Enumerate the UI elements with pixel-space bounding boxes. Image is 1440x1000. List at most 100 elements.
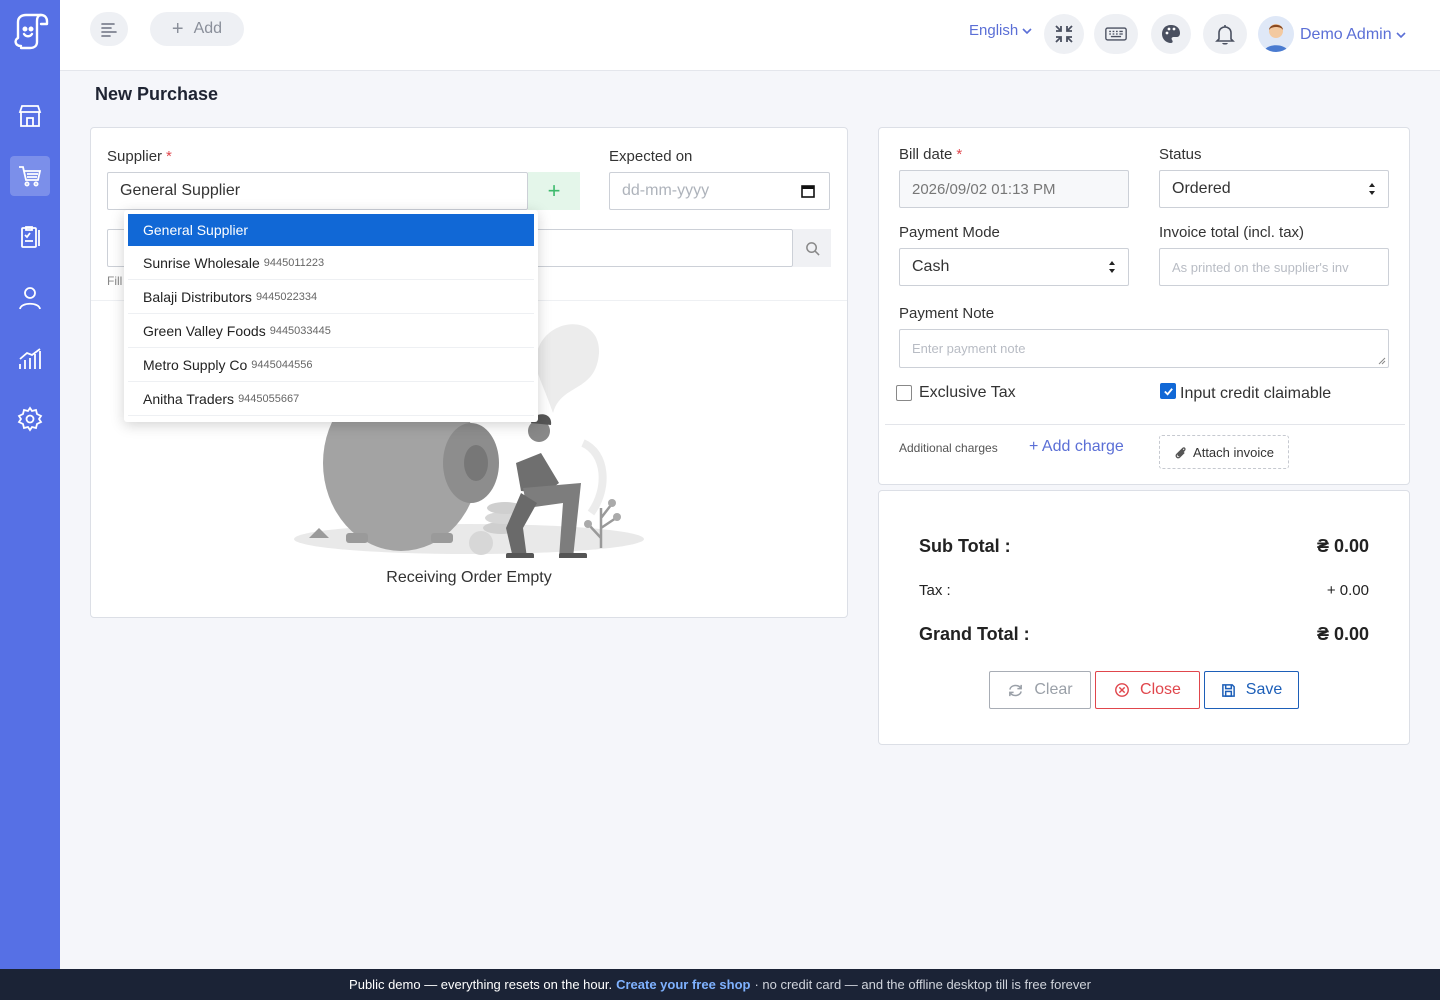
save-button[interactable]: Save: [1204, 671, 1299, 709]
menu-toggle-button[interactable]: [90, 12, 128, 46]
bill-details-card: Bill date * 2026/09/02 01:13 PM Status Or…: [878, 127, 1410, 485]
supplier-name: Balaji Distributors: [143, 288, 252, 305]
theme-button[interactable]: [1151, 14, 1191, 54]
resize-handle-icon[interactable]: [1378, 357, 1386, 365]
add-charge-button[interactable]: + Add charge: [1029, 438, 1124, 456]
banner-tail: · no credit card — and the offline deskt…: [754, 977, 1091, 992]
expected-on-label: Expected on: [609, 148, 693, 165]
page-title: New Purchase: [95, 84, 219, 104]
select-arrows-icon: [1109, 261, 1115, 273]
chevron-down-icon: [1022, 27, 1032, 34]
chart-icon: [19, 348, 41, 369]
fullscreen-button[interactable]: [1044, 14, 1084, 54]
exclusive-tax-label: Exclusive Tax: [919, 384, 1016, 401]
fullscreen-icon: [1055, 25, 1073, 43]
keyboard-icon: [1105, 27, 1127, 41]
dropdown-item[interactable]: General Supplier: [128, 214, 534, 246]
hint-text: Fill: [107, 274, 123, 288]
keyboard-button[interactable]: [1094, 14, 1138, 54]
user-name: Demo Admin: [1300, 26, 1392, 43]
expected-on-date-input[interactable]: dd-mm-yyyy: [609, 172, 830, 210]
language-select[interactable]: English: [969, 22, 1032, 39]
dropdown-item[interactable]: Balaji Distributors 9445022334: [128, 280, 534, 314]
supplier-input[interactable]: General Supplier: [107, 172, 528, 210]
payment-note-placeholder: Enter payment note: [912, 341, 1026, 356]
dropdown-item[interactable]: Sunrise Wholesale 9445011223: [128, 246, 534, 280]
save-label: Save: [1245, 681, 1283, 698]
save-icon: [1221, 683, 1235, 697]
grand-total-row: Grand Total : ₴ 0.00: [919, 624, 1369, 645]
select-arrows-icon: [1369, 183, 1375, 195]
attach-invoice-button[interactable]: Attach invoice: [1159, 435, 1289, 469]
close-label: Close: [1140, 681, 1181, 698]
totals-card: Sub Total : ₴ 0.00 Tax : + 0.00 Grand To…: [878, 490, 1410, 745]
tax-row: Tax : + 0.00: [919, 582, 1369, 599]
supplier-phone: 9445055667: [238, 392, 300, 405]
demo-banner: Public demo — everything resets on the h…: [0, 969, 1440, 1000]
supplier-phone: 9445033445: [269, 324, 331, 337]
supplier-name: General Supplier: [143, 222, 249, 238]
dropdown-item[interactable]: Anitha Traders 9445055667: [128, 382, 534, 416]
sidebar-item-store[interactable]: [10, 96, 50, 136]
attach-invoice-label: Attach invoice: [1193, 444, 1274, 460]
dropdown-item[interactable]: Metro Supply Co 9445044556: [128, 348, 534, 382]
exclusive-tax-checkbox[interactable]: [896, 385, 912, 401]
clear-button[interactable]: Clear: [989, 671, 1091, 709]
create-shop-link[interactable]: Create your free shop: [616, 977, 750, 992]
sidebar-item-settings[interactable]: [10, 399, 50, 439]
user-menu[interactable]: Demo Admin: [1300, 26, 1406, 44]
check-icon: [1163, 387, 1173, 396]
supplier-name: Sunrise Wholesale: [143, 254, 260, 271]
sidebar-item-users[interactable]: [10, 278, 50, 318]
payment-note-label: Payment Note: [899, 305, 995, 322]
input-credit-checkbox[interactable]: [1160, 383, 1176, 399]
search-icon: [805, 241, 820, 256]
sub-total-value: ₴ 0.00: [1316, 536, 1369, 556]
tax-value: + 0.00: [1326, 582, 1369, 599]
store-icon: [18, 105, 42, 127]
notifications-button[interactable]: [1203, 14, 1247, 54]
calendar-icon[interactable]: [801, 184, 815, 198]
clipboard-icon: [21, 226, 40, 248]
input-credit-label: Input credit claimable: [1180, 385, 1332, 402]
clear-label: Clear: [1034, 681, 1073, 698]
user-icon: [19, 287, 41, 310]
sidebar-item-purchase[interactable]: [10, 156, 50, 196]
chevron-down-icon: [1396, 32, 1406, 38]
refresh-icon: [1009, 684, 1023, 696]
add-button[interactable]: + Add: [150, 12, 244, 46]
grand-total-label: Grand Total :: [919, 624, 1030, 644]
plus-icon: +: [171, 18, 184, 40]
supplier-name: Metro Supply Co: [143, 356, 248, 373]
invoice-total-input[interactable]: As printed on the supplier's inv: [1159, 248, 1389, 286]
palette-icon: [1162, 25, 1180, 43]
status-value: Ordered: [1172, 180, 1231, 197]
grand-total-value: ₴ 0.00: [1316, 624, 1369, 644]
dropdown-item[interactable]: Green Valley Foods 9445033445: [128, 314, 534, 348]
add-supplier-button[interactable]: +: [528, 172, 580, 210]
empty-state-text: Receiving Order Empty: [386, 569, 552, 586]
supplier-name: Green Valley Foods: [143, 322, 266, 339]
sidebar: [0, 0, 60, 969]
bell-icon: [1215, 25, 1235, 45]
sidebar-item-orders[interactable]: [10, 217, 50, 257]
paperclip-icon: [1175, 446, 1186, 458]
payment-note-input[interactable]: Enter payment note: [899, 329, 1389, 368]
avatar[interactable]: [1258, 16, 1294, 52]
status-select[interactable]: Ordered: [1159, 170, 1389, 208]
app-logo[interactable]: [11, 12, 49, 52]
supplier-phone: 9445044556: [251, 358, 313, 371]
search-button[interactable]: [793, 229, 831, 267]
gear-icon: [17, 406, 43, 432]
sub-total-row: Sub Total : ₴ 0.00: [919, 536, 1369, 557]
close-circle-icon: [1115, 683, 1129, 697]
supplier-phone: 9445011223: [263, 256, 325, 269]
tax-label: Tax :: [919, 582, 951, 599]
bill-date-input[interactable]: 2026/09/02 01:13 PM: [899, 170, 1129, 208]
invoice-total-label: Invoice total (incl. tax): [1159, 224, 1305, 241]
plus-icon: +: [547, 178, 561, 203]
sidebar-item-reports[interactable]: [10, 339, 50, 379]
payment-mode-select[interactable]: Cash: [899, 248, 1129, 286]
close-button[interactable]: Close: [1095, 671, 1200, 709]
date-placeholder: dd-mm-yyyy: [622, 182, 710, 199]
